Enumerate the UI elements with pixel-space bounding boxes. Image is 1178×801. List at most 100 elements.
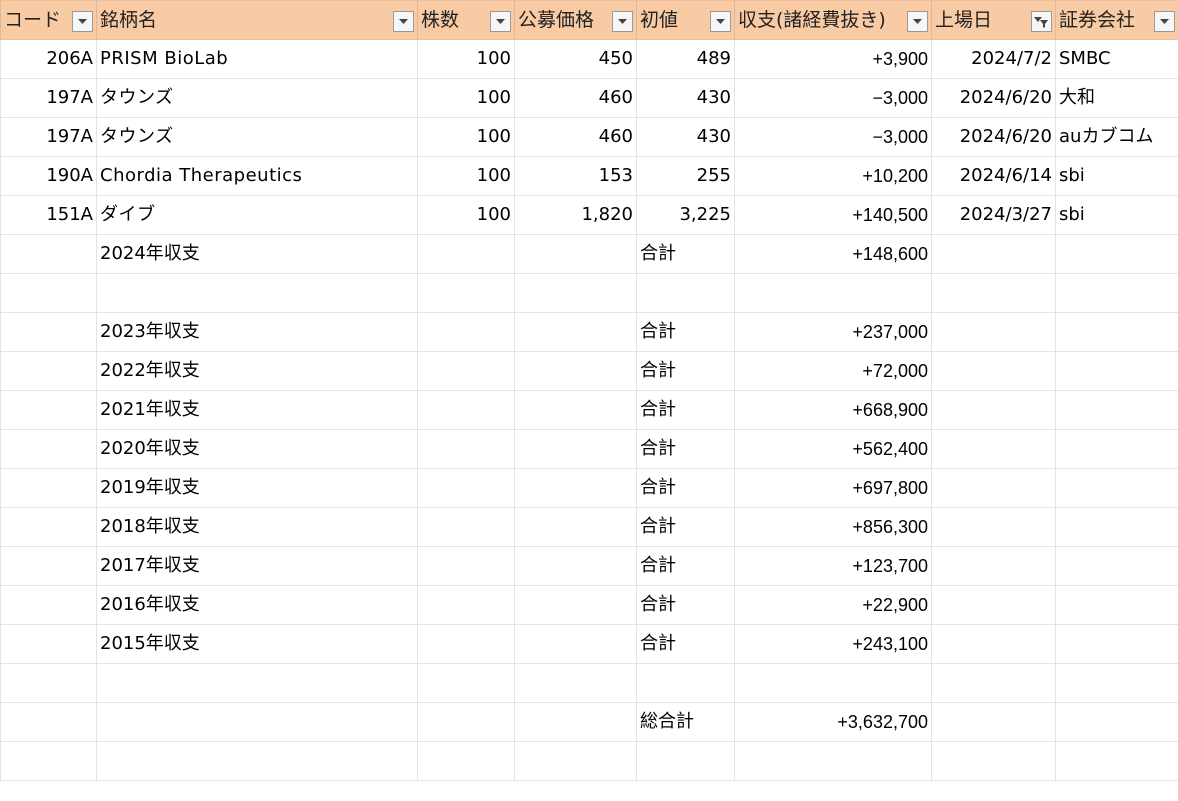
summary-total-label[interactable]: 合計 xyxy=(636,624,735,664)
summary-total-value[interactable]: +243,100 xyxy=(734,624,932,664)
column-header-broker[interactable]: 証券会社 xyxy=(1055,0,1178,40)
empty-cell[interactable] xyxy=(0,351,97,391)
cell-shares[interactable]: 100 xyxy=(417,78,515,118)
empty-cell[interactable] xyxy=(514,351,637,391)
empty-cell[interactable] xyxy=(514,741,637,781)
cell-pnl[interactable]: +3,900 xyxy=(734,39,932,79)
empty-cell[interactable] xyxy=(1055,741,1178,781)
empty-cell[interactable] xyxy=(417,273,515,313)
empty-cell[interactable] xyxy=(734,663,932,703)
empty-cell[interactable] xyxy=(417,546,515,586)
empty-cell[interactable] xyxy=(931,585,1056,625)
cell-name[interactable]: Chordia Therapeutics xyxy=(96,156,418,196)
empty-cell[interactable] xyxy=(931,741,1056,781)
cell-listing-date[interactable]: 2024/6/14 xyxy=(931,156,1056,196)
cell-code[interactable]: 197A xyxy=(0,117,97,157)
empty-cell[interactable] xyxy=(1055,429,1178,469)
summary-year-label[interactable] xyxy=(96,702,418,742)
empty-cell[interactable] xyxy=(514,624,637,664)
empty-cell[interactable] xyxy=(514,702,637,742)
cell-first-price[interactable]: 430 xyxy=(636,117,735,157)
empty-cell[interactable] xyxy=(514,273,637,313)
cell-pnl[interactable]: +140,500 xyxy=(734,195,932,235)
summary-total-label[interactable]: 合計 xyxy=(636,234,735,274)
empty-cell[interactable] xyxy=(931,624,1056,664)
empty-cell[interactable] xyxy=(417,507,515,547)
empty-cell[interactable] xyxy=(417,312,515,352)
dropdown-arrow-icon[interactable] xyxy=(72,11,93,32)
empty-cell[interactable] xyxy=(0,312,97,352)
column-header-shares[interactable]: 株数 xyxy=(417,0,515,40)
empty-cell[interactable] xyxy=(1055,702,1178,742)
cell-name[interactable]: ダイブ xyxy=(96,195,418,235)
summary-total-value[interactable]: +668,900 xyxy=(734,390,932,430)
cell-broker[interactable]: 大和 xyxy=(1055,78,1178,118)
summary-total-label[interactable]: 合計 xyxy=(636,390,735,430)
empty-cell[interactable] xyxy=(417,468,515,508)
empty-cell[interactable] xyxy=(734,273,932,313)
empty-cell[interactable] xyxy=(514,585,637,625)
dropdown-arrow-icon[interactable] xyxy=(393,11,414,32)
cell-pnl[interactable]: −3,000 xyxy=(734,78,932,118)
empty-cell[interactable] xyxy=(931,663,1056,703)
column-header-pnl[interactable]: 収支(諸経費抜き) xyxy=(734,0,932,40)
summary-total-label[interactable]: 合計 xyxy=(636,312,735,352)
empty-cell[interactable] xyxy=(514,507,637,547)
empty-cell[interactable] xyxy=(931,702,1056,742)
summary-year-label[interactable]: 2023年収支 xyxy=(96,312,418,352)
cell-pnl[interactable]: +10,200 xyxy=(734,156,932,196)
empty-cell[interactable] xyxy=(636,741,735,781)
empty-cell[interactable] xyxy=(931,351,1056,391)
empty-cell[interactable] xyxy=(417,702,515,742)
empty-cell[interactable] xyxy=(0,507,97,547)
empty-cell[interactable] xyxy=(931,390,1056,430)
summary-total-value[interactable]: +22,900 xyxy=(734,585,932,625)
summary-total-value[interactable]: +856,300 xyxy=(734,507,932,547)
dropdown-arrow-icon[interactable] xyxy=(490,11,511,32)
empty-cell[interactable] xyxy=(1055,585,1178,625)
summary-year-label[interactable]: 2024年収支 xyxy=(96,234,418,274)
cell-shares[interactable]: 100 xyxy=(417,156,515,196)
empty-cell[interactable] xyxy=(0,273,97,313)
dropdown-arrow-icon[interactable] xyxy=(612,11,633,32)
empty-cell[interactable] xyxy=(931,273,1056,313)
cell-name[interactable]: タウンズ xyxy=(96,78,418,118)
empty-cell[interactable] xyxy=(514,429,637,469)
cell-name[interactable]: タウンズ xyxy=(96,117,418,157)
empty-cell[interactable] xyxy=(931,507,1056,547)
empty-cell[interactable] xyxy=(1055,663,1178,703)
summary-year-label[interactable]: 2019年収支 xyxy=(96,468,418,508)
empty-cell[interactable] xyxy=(514,234,637,274)
column-header-name[interactable]: 銘柄名 xyxy=(96,0,418,40)
empty-cell[interactable] xyxy=(514,663,637,703)
cell-code[interactable]: 197A xyxy=(0,78,97,118)
cell-offer-price[interactable]: 153 xyxy=(514,156,637,196)
summary-total-value[interactable]: +3,632,700 xyxy=(734,702,932,742)
summary-total-value[interactable]: +148,600 xyxy=(734,234,932,274)
empty-cell[interactable] xyxy=(0,624,97,664)
empty-cell[interactable] xyxy=(417,624,515,664)
cell-code[interactable]: 151A xyxy=(0,195,97,235)
cell-listing-date[interactable]: 2024/6/20 xyxy=(931,117,1056,157)
empty-cell[interactable] xyxy=(0,390,97,430)
summary-year-label[interactable]: 2017年収支 xyxy=(96,546,418,586)
empty-cell[interactable] xyxy=(931,312,1056,352)
summary-total-value[interactable]: +562,400 xyxy=(734,429,932,469)
summary-total-value[interactable]: +72,000 xyxy=(734,351,932,391)
cell-first-price[interactable]: 255 xyxy=(636,156,735,196)
dropdown-arrow-icon[interactable] xyxy=(907,11,928,32)
empty-cell[interactable] xyxy=(1055,351,1178,391)
cell-offer-price[interactable]: 450 xyxy=(514,39,637,79)
empty-cell[interactable] xyxy=(417,741,515,781)
summary-year-label[interactable]: 2022年収支 xyxy=(96,351,418,391)
empty-cell[interactable] xyxy=(514,468,637,508)
empty-cell[interactable] xyxy=(417,390,515,430)
empty-cell[interactable] xyxy=(636,273,735,313)
summary-total-value[interactable]: +697,800 xyxy=(734,468,932,508)
empty-cell[interactable] xyxy=(1055,390,1178,430)
column-header-listed[interactable]: 上場日 xyxy=(931,0,1056,40)
summary-year-label[interactable]: 2020年収支 xyxy=(96,429,418,469)
cell-shares[interactable]: 100 xyxy=(417,117,515,157)
empty-cell[interactable] xyxy=(931,234,1056,274)
empty-cell[interactable] xyxy=(417,234,515,274)
